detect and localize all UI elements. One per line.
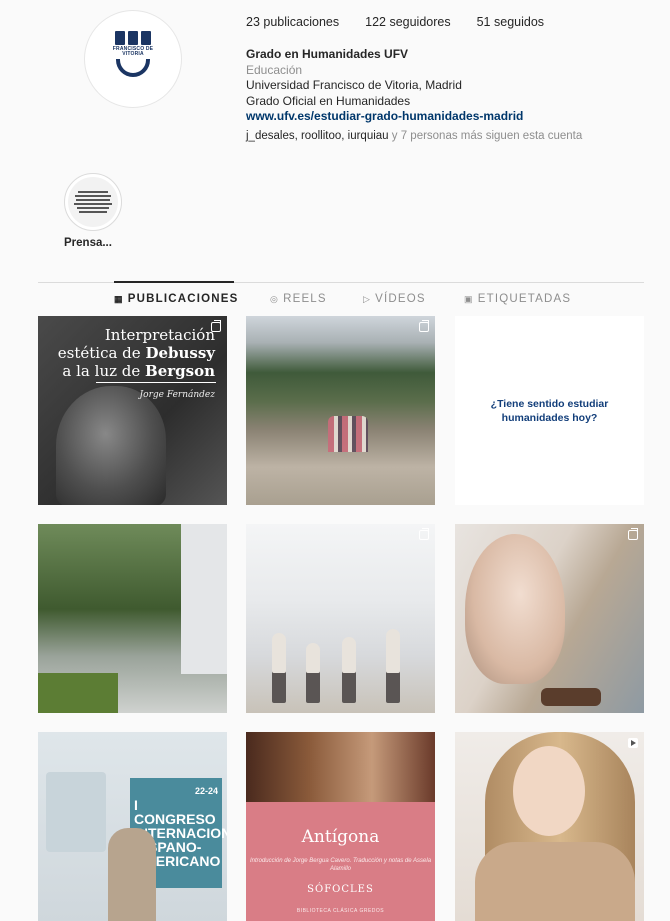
carousel-icon xyxy=(419,320,429,332)
tag-icon: ▣ xyxy=(464,293,474,304)
post-congreso[interactable]: 22-24 I CONGRESO INTERNACIONAL HISPANO-A… xyxy=(38,732,227,921)
book-author: SÓFOCLES xyxy=(307,884,374,895)
painting-image xyxy=(246,732,435,802)
post-classroom[interactable] xyxy=(246,524,435,713)
speaker-image xyxy=(108,828,156,921)
logo-text: FRANCISCO DE VITORIA xyxy=(112,46,154,57)
post-woman-smiling[interactable] xyxy=(455,732,644,921)
portrait-image xyxy=(56,386,166,505)
highlight-label: Prensa... xyxy=(64,237,112,249)
followed-by-names[interactable]: j_desales, roollitoo, iurquiau xyxy=(246,130,389,142)
profile-link[interactable]: www.ufv.es/estudiar-grado-humanidades-ma… xyxy=(246,109,523,125)
profile-bio: Grado en Humanidades UFV Educación Unive… xyxy=(246,47,523,125)
portrait-image xyxy=(513,746,585,836)
grid-icon: ▦ xyxy=(114,293,124,304)
tab-reels[interactable]: ◎ REELS xyxy=(270,293,327,305)
following-count[interactable]: 51 seguidos xyxy=(477,15,544,29)
tab-label: PUBLICACIONES xyxy=(127,293,239,305)
tab-publicaciones[interactable]: ▦ PUBLICACIONES xyxy=(114,293,239,305)
followers-count[interactable]: 122 seguidores xyxy=(365,15,450,29)
carousel-icon xyxy=(628,528,638,540)
post-mountain-group[interactable] xyxy=(246,316,435,505)
title-rule xyxy=(96,382,216,383)
book-title: Antígona xyxy=(301,827,380,847)
carousel-icon xyxy=(419,528,429,540)
active-tab-indicator xyxy=(114,281,234,283)
profile-category: Educación xyxy=(246,62,303,77)
cup-image xyxy=(541,688,601,706)
map-image xyxy=(46,772,106,852)
post-text: ¿Tiene sentido estudiar humanidades hoy? xyxy=(490,397,609,424)
building-image xyxy=(181,524,227,674)
tab-label: REELS xyxy=(283,293,327,305)
post-woman-coffee[interactable] xyxy=(455,524,644,713)
grass-image xyxy=(38,673,118,713)
tab-etiquetadas[interactable]: ▣ ETIQUETADAS xyxy=(464,293,571,305)
tab-videos[interactable]: ▷ VÍDEOS xyxy=(363,293,426,305)
post-humanidades-question[interactable]: ¿Tiene sentido estudiar humanidades hoy? xyxy=(455,316,644,505)
post-author: Jorge Fernández xyxy=(139,390,215,400)
reel-icon xyxy=(628,738,638,748)
post-debussy-bergson[interactable]: Interpretación estética de Debussy a la … xyxy=(38,316,227,505)
ufv-logo: FRANCISCO DE VITORIA xyxy=(110,31,156,87)
post-campus-tree[interactable] xyxy=(38,524,227,713)
reels-icon: ◎ xyxy=(270,293,280,304)
profile-name: Grado en Humanidades UFV xyxy=(246,47,409,61)
carousel-icon xyxy=(211,320,221,332)
bio-line: Grado Oficial en Humanidades xyxy=(246,93,411,108)
posts-count: 23 publicaciones xyxy=(246,15,340,29)
portrait-image xyxy=(465,534,565,684)
book-subtitle: Introducción de Jorge Bergua Cavero. Tra… xyxy=(249,858,432,872)
post-antigona[interactable]: Antígona Introducción de Jorge Bergua Ca… xyxy=(246,732,435,921)
story-highlight[interactable]: Prensa... xyxy=(64,173,124,249)
book-collection: BIBLIOTECA CLÁSICA GREDOS xyxy=(296,908,385,914)
profile-avatar[interactable]: FRANCISCO DE VITORIA xyxy=(84,10,182,108)
profile-stats: 23 publicaciones 122 seguidores 51 segui… xyxy=(246,15,544,29)
highlight-cover[interactable] xyxy=(64,173,122,231)
tab-label: VÍDEOS xyxy=(375,293,426,305)
followed-by[interactable]: j_desales, roollitoo, iurquiau y 7 perso… xyxy=(246,130,582,142)
tab-label: ETIQUETADAS xyxy=(477,293,572,305)
followed-by-rest: y 7 personas más siguen esta cuenta xyxy=(388,130,583,142)
bio-line: Universidad Francisco de Vitoria, Madrid xyxy=(246,78,462,92)
group-photo xyxy=(328,416,368,452)
post-title: Interpretación estética de Debussy a la … xyxy=(57,326,215,380)
video-icon: ▷ xyxy=(363,293,372,304)
